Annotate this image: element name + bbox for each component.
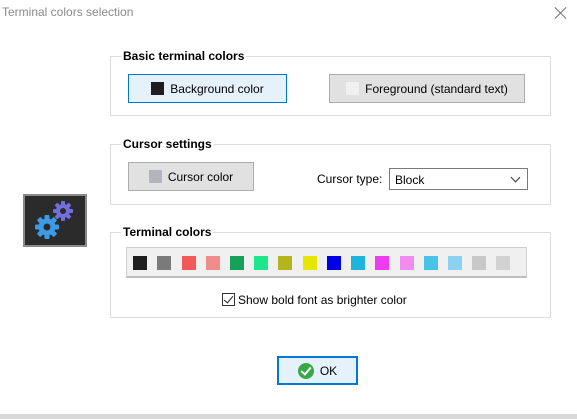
palette-swatch-12[interactable]	[424, 256, 438, 270]
background-swatch	[151, 82, 165, 95]
basic-colors-legend: Basic terminal colors	[121, 49, 247, 63]
title-bar: Terminal colors selection	[0, 0, 577, 26]
bottom-border	[0, 414, 577, 419]
palette-swatch-9[interactable]	[351, 256, 365, 270]
palette-swatch-6[interactable]	[278, 256, 292, 270]
palette-swatch-4[interactable]	[230, 256, 244, 270]
cursor-type-select[interactable]: Block	[389, 168, 528, 190]
ok-label: OK	[319, 363, 338, 378]
palette-swatch-14[interactable]	[472, 256, 486, 270]
foreground-color-label: Foreground (standard text)	[365, 81, 508, 96]
cursor-color-label: Cursor color	[167, 169, 234, 184]
check-circle-icon	[297, 362, 314, 379]
terminal-colors-legend: Terminal colors	[121, 225, 214, 239]
palette-swatch-3[interactable]	[206, 256, 220, 270]
bold-brighter-checkbox[interactable]	[222, 293, 235, 306]
gears-icon	[23, 194, 87, 247]
palette-swatch-8[interactable]	[327, 256, 341, 270]
window-title: Terminal colors selection	[2, 5, 134, 19]
palette-swatch-2[interactable]	[182, 256, 196, 270]
foreground-color-button[interactable]: Foreground (standard text)	[329, 74, 525, 103]
cursor-color-button[interactable]: Cursor color	[128, 162, 254, 191]
palette-swatch-1[interactable]	[157, 256, 171, 270]
color-palette	[126, 247, 527, 278]
palette-swatch-5[interactable]	[254, 256, 268, 270]
palette-swatch-11[interactable]	[400, 256, 414, 270]
bold-brighter-label[interactable]: Show bold font as brighter color	[238, 293, 407, 307]
chevron-down-icon	[510, 172, 521, 183]
ok-button[interactable]: OK	[277, 356, 358, 385]
palette-swatch-15[interactable]	[496, 256, 510, 270]
cursor-type-label: Cursor type:	[317, 172, 383, 186]
close-icon[interactable]	[554, 6, 568, 20]
palette-swatch-7[interactable]	[303, 256, 317, 270]
palette-swatch-10[interactable]	[375, 256, 389, 270]
background-color-button[interactable]: Background color	[128, 74, 287, 103]
gears-icon-graphic	[35, 201, 73, 239]
cursor-swatch	[148, 170, 162, 183]
cursor-settings-legend: Cursor settings	[121, 137, 214, 151]
background-color-label: Background color	[170, 81, 264, 96]
cursor-type-value: Block	[395, 173, 425, 187]
palette-swatch-13[interactable]	[448, 256, 462, 270]
palette-swatch-0[interactable]	[133, 256, 147, 270]
foreground-swatch	[346, 82, 360, 95]
